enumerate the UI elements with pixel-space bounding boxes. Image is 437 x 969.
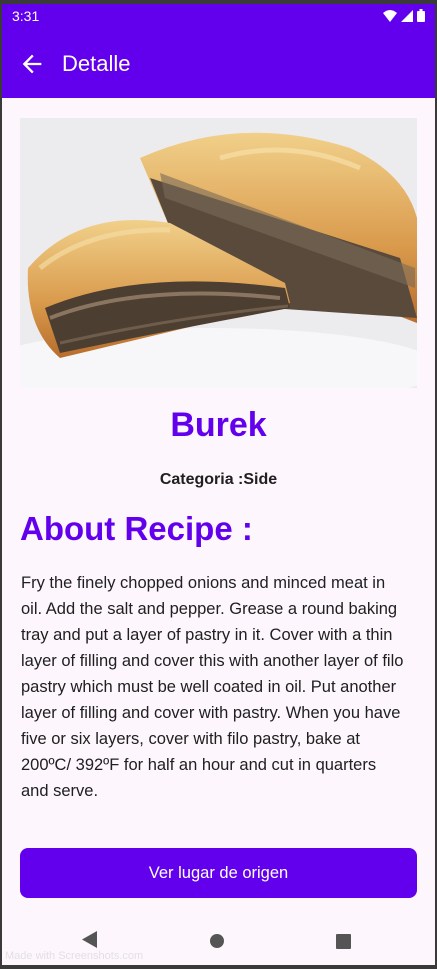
status-icons (383, 9, 425, 22)
about-heading: About Recipe : (20, 510, 253, 547)
nav-home-icon[interactable] (210, 934, 224, 948)
recipe-image (20, 118, 417, 388)
origin-button[interactable]: Ver lugar de origen (20, 848, 417, 898)
burek-pastry-illustration (20, 118, 417, 388)
watermark: Made with Screenshots.com (5, 950, 144, 962)
nav-recents-icon[interactable] (336, 934, 351, 949)
recipe-category: Categoria :Side (159, 471, 278, 488)
phone-screen: 3:31 Detalle Burek Categoria:Side About… (2, 4, 435, 965)
status-time: 3:31 (12, 8, 40, 24)
page-title: Detalle (62, 51, 131, 76)
status-bar: 3:31 (2, 4, 435, 30)
recipe-description: Fry the finely chopped onions and minced… (21, 574, 404, 800)
wifi-icon (383, 9, 397, 22)
battery-icon (417, 9, 425, 22)
nav-back-icon[interactable] (82, 931, 98, 948)
signal-icon (401, 9, 413, 22)
app-bar: Detalle (2, 30, 435, 98)
back-arrow-icon[interactable] (18, 50, 46, 78)
recipe-name: Burek (170, 406, 267, 444)
